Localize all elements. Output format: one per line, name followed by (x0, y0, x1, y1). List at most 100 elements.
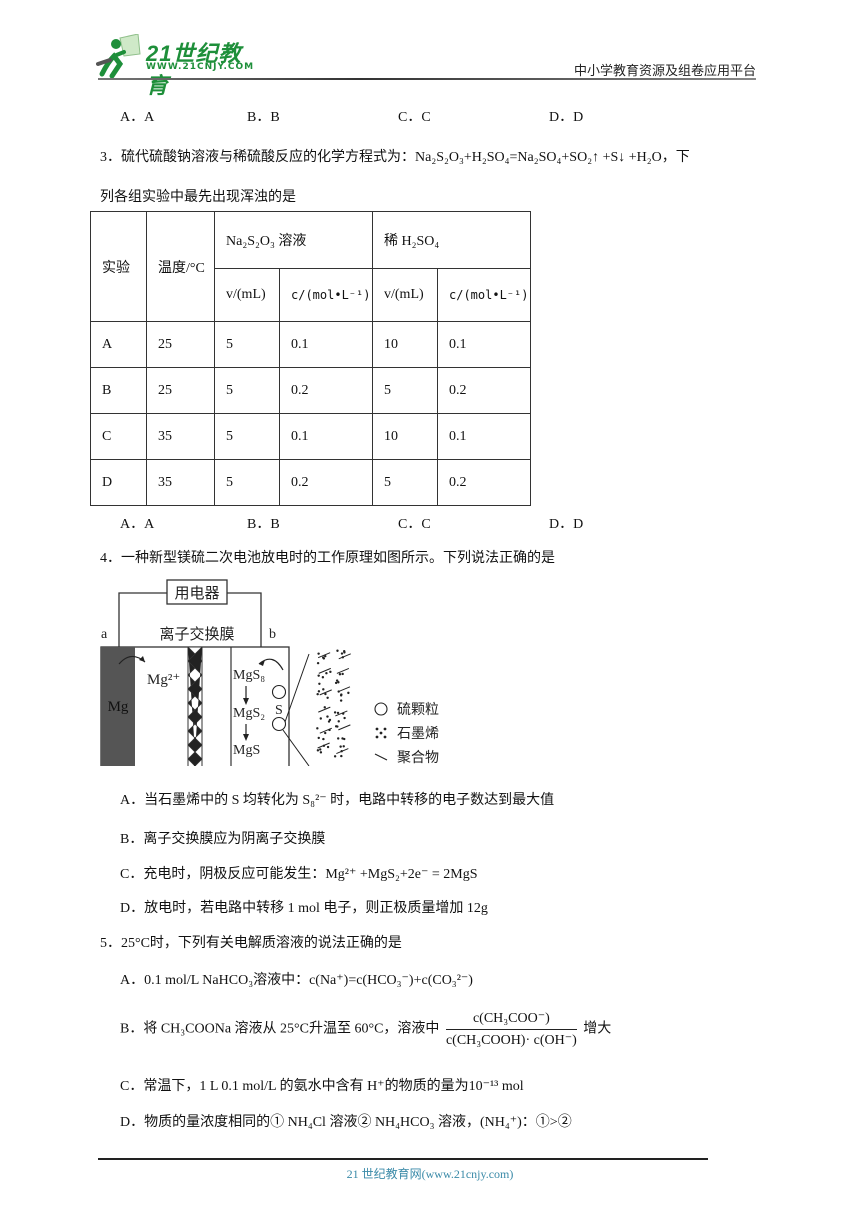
graphene-dot (319, 748, 322, 751)
table-row: B 25 5 0.2 5 0.2 (90, 367, 531, 414)
cell: 5 (214, 459, 280, 506)
q5-stem: 5．25°C时，下列有关电解质溶液的说法正确的是 (100, 936, 402, 951)
graphene-dot (317, 736, 320, 740)
q3-number: 3． (100, 150, 121, 165)
graphene-dot (333, 755, 337, 758)
subheader-c2: c/(mol•L⁻¹) (437, 268, 531, 322)
graphene-dot (326, 745, 330, 749)
graphene-dot (316, 727, 319, 730)
q5-choice-b[interactable]: B．将 CH₃COONa 溶液从 25°C升温至 60°C，溶液中 c(CH₃C… (120, 1010, 611, 1049)
mgs-label: MgS (233, 743, 260, 758)
cell: 10 (372, 413, 438, 460)
cell: 10 (372, 321, 438, 368)
site-logo: 21世纪教育 WWW.21CNJY.COM (94, 33, 264, 98)
sulfur-particle (271, 716, 287, 732)
subheader-c1: c/(mol•L⁻¹) (279, 268, 373, 322)
graphene-dot (322, 688, 325, 691)
q3-option-b[interactable]: B．B (247, 513, 280, 533)
graphene-dot (339, 745, 342, 748)
graphene-dot (324, 731, 327, 735)
q3-stem-line1: 3．硫代硫酸钠溶液与稀硫酸反应的化学方程式为：Na₂S₂O₃+H₂SO₄=Na₂… (100, 146, 690, 166)
q4-choice-a[interactable]: A．当石墨烯中的 S 均转化为 S₈²⁻ 时，电路中转移的电子数达到最大值 (120, 789, 554, 809)
graphene-dot (333, 711, 337, 714)
graphene-dot (316, 661, 320, 665)
q2-option-d[interactable]: D．D (549, 106, 583, 126)
cell: 5 (372, 367, 438, 414)
q2-option-b[interactable]: B．B (247, 106, 280, 126)
graphene-dot (343, 651, 346, 654)
graphene-dot (326, 715, 329, 718)
graphene-dot (316, 692, 319, 696)
cell: 0.2 (279, 459, 373, 506)
q5-choice-b-suffix: 增大 (583, 1021, 612, 1037)
fraction-numerator: c(CH₃COO⁻) (445, 1010, 577, 1030)
graphene-dot (337, 720, 340, 723)
q5-choice-d[interactable]: D．物质的量浓度相同的① NH₄Cl 溶液② NH₄HCO₃ 溶液，(NH₄⁺)… (120, 1111, 572, 1131)
cell: 35 (146, 459, 215, 506)
q3-stem-line2: 列各组实验中最先出现浑浊的是 (100, 190, 296, 205)
legend-sulfur: 硫颗粒 (397, 702, 439, 718)
experiment-table: 实验 温度/°C Na₂S₂O₃ 溶液 稀 H₂SO₄ v/(mL) c/(mo… (90, 211, 531, 506)
q4-stem: 4．一种新型镁硫二次电池放电时的工作原理如图所示。下列说法正确的是 (100, 551, 555, 566)
cell: 0.1 (437, 413, 531, 460)
graphene-dot (322, 656, 325, 659)
graphene-dot (347, 691, 350, 695)
membrane-label: 离子交换膜 (159, 625, 234, 643)
graphene-dot (317, 652, 320, 655)
graphene-dot (337, 681, 340, 684)
graphene-dot (322, 737, 325, 741)
q3-option-c[interactable]: C．C (398, 513, 431, 533)
cell: 25 (146, 367, 215, 414)
mgs2-label: MgS₂ (233, 706, 265, 721)
concentration-fraction: c(CH₃COO⁻) c(CH₃COOH)· c(OH⁻) (445, 1010, 577, 1049)
polymer-line (318, 667, 331, 674)
q2-option-a[interactable]: A．A (120, 106, 154, 126)
subheader-v1: v/(mL) (214, 268, 280, 322)
graphene-dot (334, 681, 338, 685)
q5-choice-c[interactable]: C．常温下，1 L 0.1 mol/L 的氨水中含有 H⁺的物质的量为10⁻¹³… (120, 1075, 524, 1095)
q5-choice-a[interactable]: A．0.1 mol/L NaHCO₃溶液中：c(Na⁺)=c(HCO₃⁻)+c(… (120, 969, 473, 989)
platform-title: 中小学教育资源及组卷应用平台 (573, 63, 756, 78)
graphene-dot (321, 676, 325, 679)
graphene-dot (325, 672, 328, 675)
q3-option-a[interactable]: A．A (120, 513, 154, 533)
cell: 5 (214, 321, 280, 368)
cell: 5 (372, 459, 438, 506)
graphene-dot (342, 745, 345, 748)
q2-option-c[interactable]: C．C (398, 106, 431, 126)
mg-label: Mg (108, 699, 129, 715)
graphene-dot (337, 737, 340, 740)
legend-polymer: 聚合物 (397, 750, 439, 766)
graphene-dot (341, 737, 344, 740)
legend-sulfur-icon (374, 702, 388, 716)
graphene-dot (318, 682, 321, 685)
q3-equation: Na₂S₂O₃+H₂SO₄=Na₂SO₄+SO₂↑ +S↓ +H₂O，下 (415, 150, 690, 165)
q4-choice-d[interactable]: D．放电时，若电路中转移 1 mol 电子，则正极质量增加 12g (120, 897, 488, 917)
q4-choice-c[interactable]: C．充电时，阴极反应可能发生：Mg²⁺ +MgS₂+2e⁻ = 2MgS (120, 863, 478, 883)
legend-polymer-icon (374, 753, 388, 761)
graphene-dot (340, 652, 344, 655)
cell: 0.2 (437, 367, 531, 414)
fraction-denominator: c(CH₃COOH)· c(OH⁻) (445, 1033, 577, 1048)
cell: 0.2 (437, 459, 531, 506)
q3-stem: 硫代硫酸钠溶液与稀硫酸反应的化学方程式为： (121, 150, 415, 165)
cell: 5 (214, 413, 280, 460)
q4-choice-b[interactable]: B．离子交换膜应为阴离子交换膜 (120, 828, 325, 848)
cell: 0.1 (437, 321, 531, 368)
table-row: C 35 5 0.1 10 0.1 (90, 413, 531, 460)
graphene-dot (328, 718, 332, 722)
cell: 25 (146, 321, 215, 368)
cell: C (90, 413, 147, 460)
graphene-dot (316, 749, 320, 752)
mg-ion-label: Mg²⁺ (147, 672, 180, 688)
polymer-line (337, 686, 351, 693)
q3-option-d[interactable]: D．D (549, 513, 583, 533)
legend-graphene-icon (375, 727, 387, 739)
cell: B (90, 367, 147, 414)
graphene-dot (341, 672, 344, 676)
logo-url: WWW.21CNJY.COM (146, 62, 255, 72)
header-h2so4: 稀 H₂SO₄ (372, 211, 531, 269)
electrode-b-label: b (269, 627, 276, 642)
q5-choice-b-prefix: B．将 CH₃COONa 溶液从 25°C升温至 60°C，溶液中 (120, 1021, 440, 1037)
load-label: 用电器 (174, 585, 219, 602)
